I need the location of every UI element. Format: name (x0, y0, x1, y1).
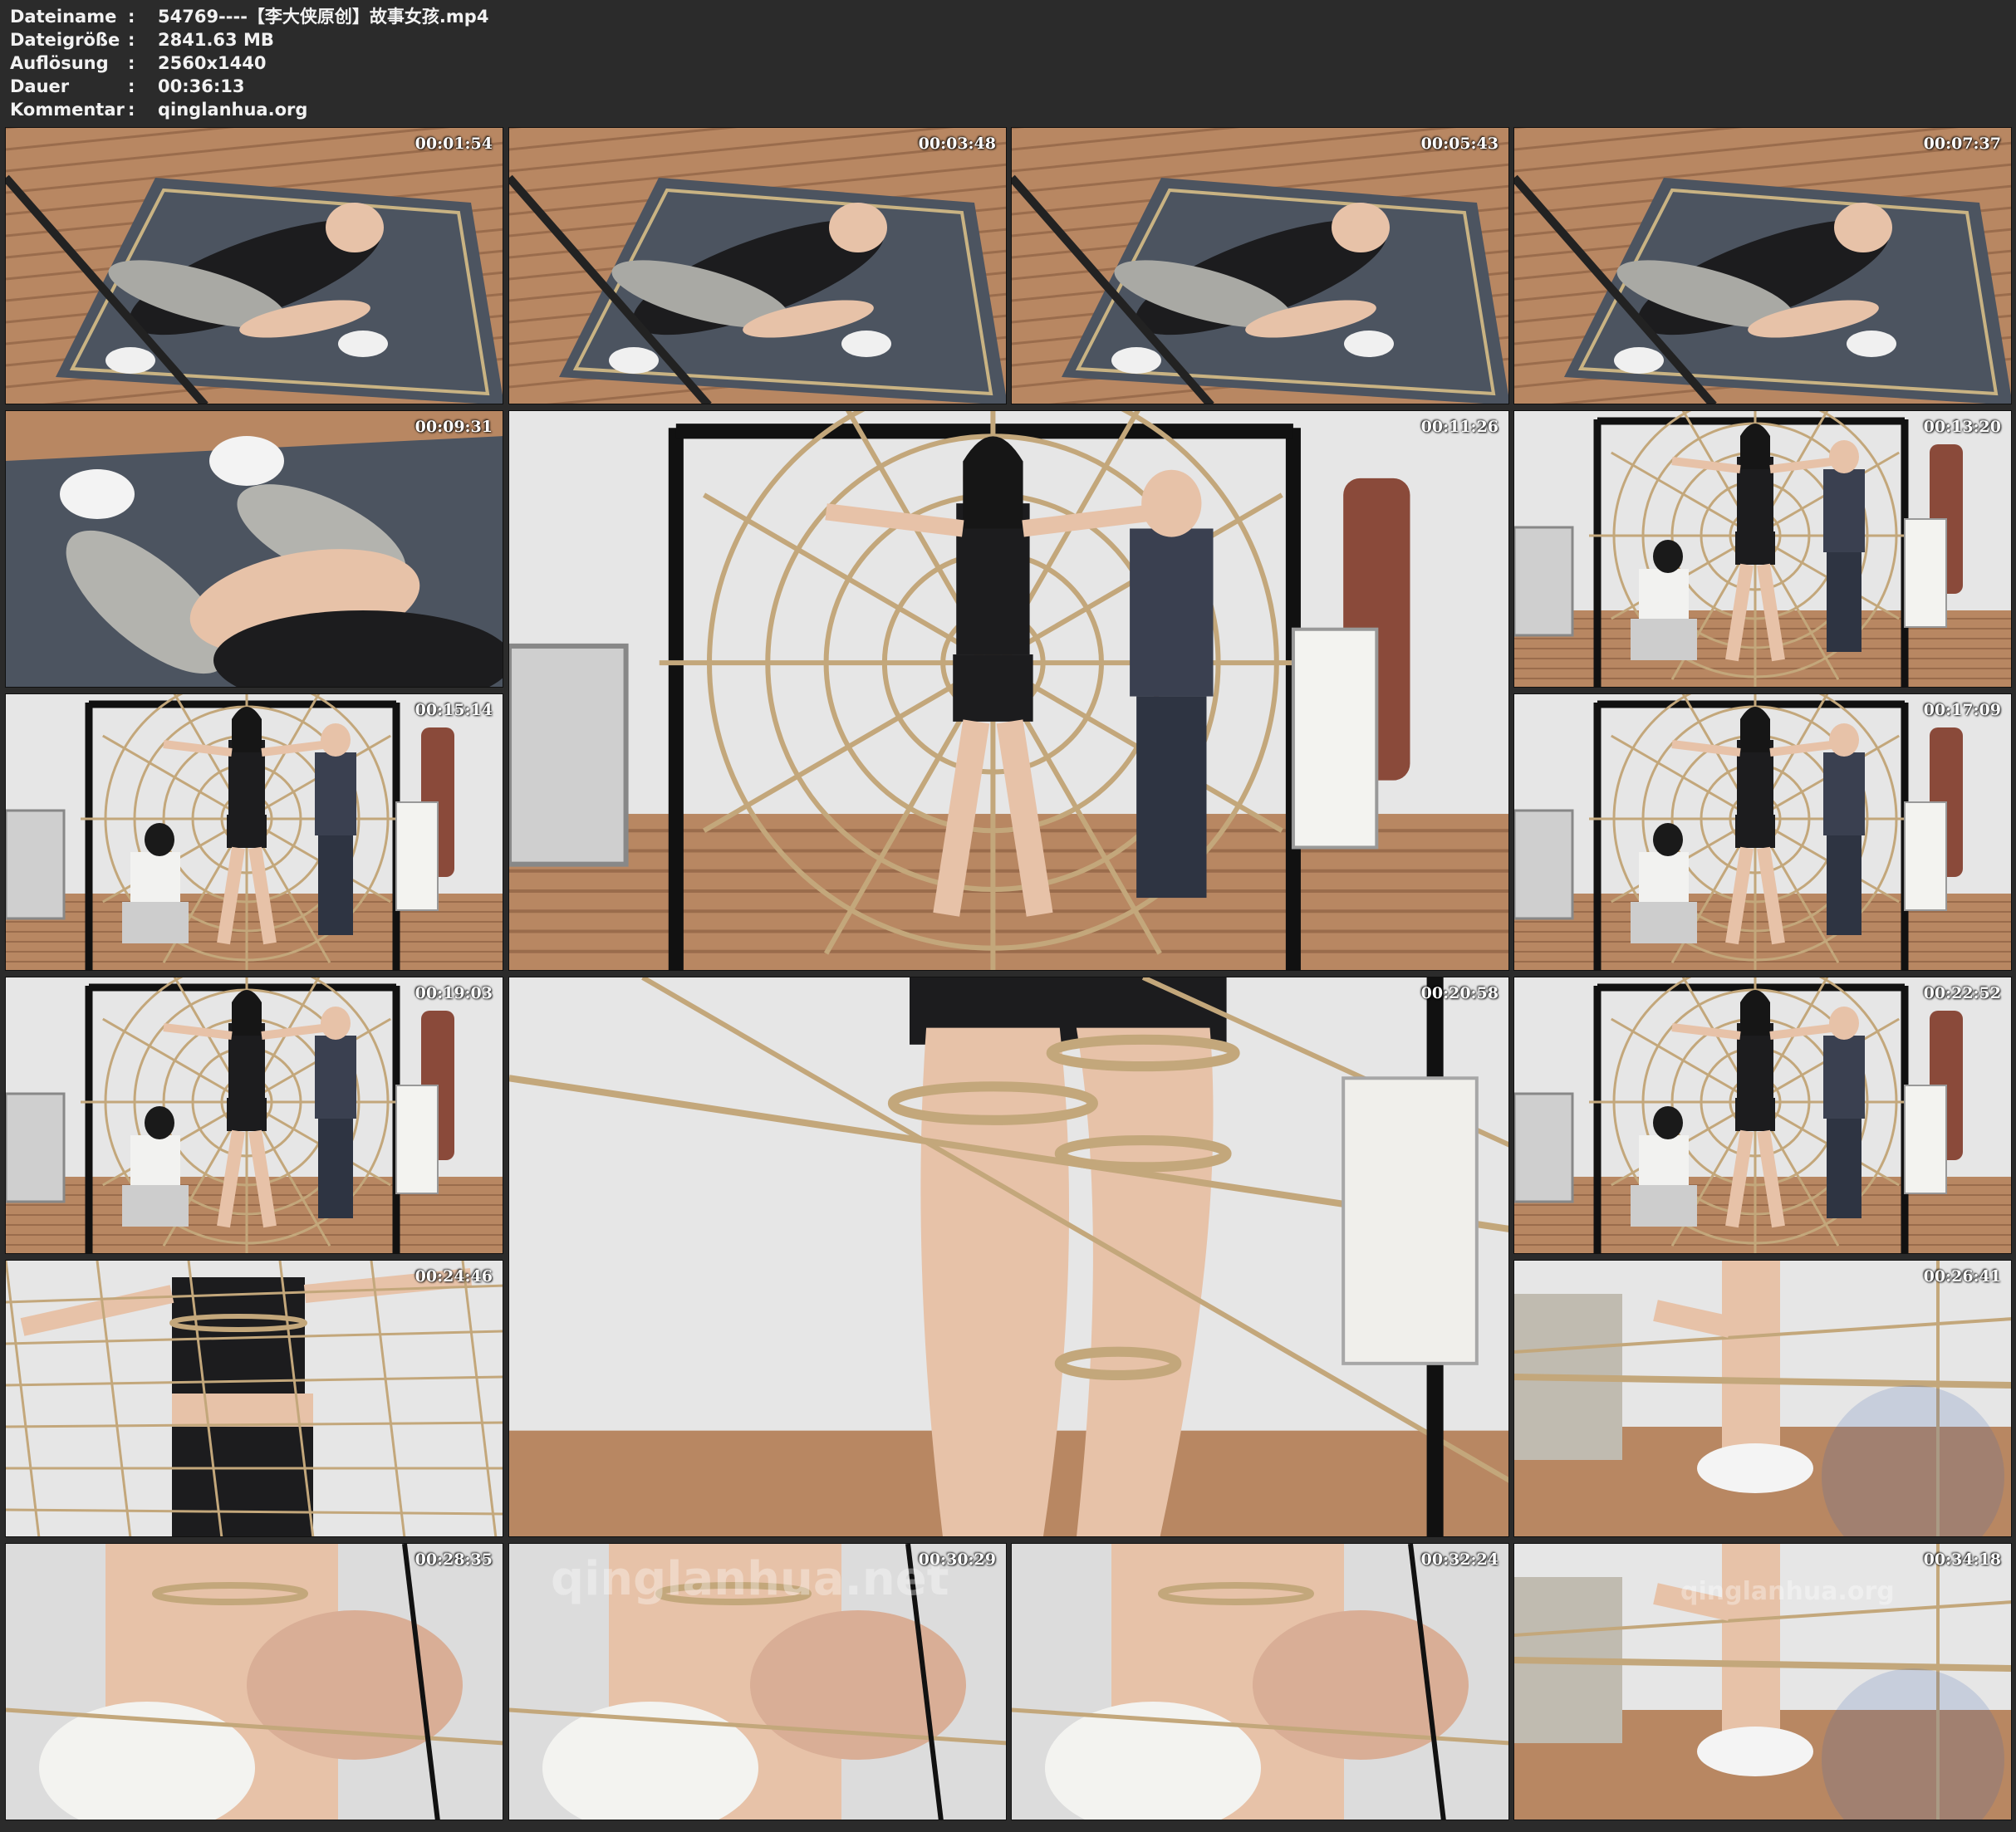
thumbnail[interactable]: 00:28:35 (5, 1543, 503, 1820)
timestamp-label: 00:01:54 (414, 135, 493, 153)
thumbnail-image (1514, 977, 2011, 1253)
thumbnail-image (6, 1261, 503, 1536)
thumbnail-image (509, 128, 1006, 404)
thumbnail[interactable]: 00:17:09 (1513, 693, 2012, 971)
thumbnail-image (6, 128, 503, 404)
thumbnail-image (6, 694, 503, 970)
thumbnail-image (1514, 411, 2011, 687)
thumbnail-image (1012, 128, 1508, 404)
thumbnail[interactable]: 00:05:43 (1011, 127, 1509, 404)
timestamp-label: 00:22:52 (1923, 984, 2001, 1002)
thumbnail-image (6, 977, 503, 1253)
timestamp-label: 00:28:35 (414, 1550, 493, 1569)
timestamp-label: 00:17:09 (1923, 701, 2001, 719)
timestamp-label: 00:34:18 (1923, 1550, 2001, 1569)
thumbnail[interactable]: 00:20:58 (508, 977, 1509, 1537)
timestamp-label: 00:26:41 (1923, 1267, 2001, 1286)
thumbnail[interactable]: 00:13:20 (1513, 410, 2012, 688)
thumbnail[interactable]: 00:15:14 (5, 693, 503, 971)
thumbnail-image (1514, 128, 2011, 404)
timestamp-label: 00:15:14 (414, 701, 493, 719)
thumbnail[interactable]: 00:32:24 (1011, 1543, 1509, 1820)
thumbnail[interactable]: 00:24:46 (5, 1260, 503, 1537)
thumbnail[interactable]: 00:07:37 (1513, 127, 2012, 404)
timestamp-label: 00:03:48 (918, 135, 996, 153)
thumbnail[interactable]: 00:34:18 qinglanhua.org (1513, 1543, 2012, 1820)
timestamp-label: 00:07:37 (1923, 135, 2001, 153)
watermark-text: qinglanhua.org (1680, 1577, 1895, 1606)
timestamp-label: 00:20:58 (1420, 984, 1499, 1002)
thumbnail[interactable]: 00:19:03 (5, 977, 503, 1254)
thumbnail[interactable]: 00:11:26 (508, 410, 1509, 971)
thumbnail-image (6, 1544, 503, 1820)
thumbnail[interactable]: 00:30:29 qinglanhua.net (508, 1543, 1007, 1820)
thumbnail-image (6, 411, 503, 687)
timestamp-label: 00:09:31 (414, 418, 493, 436)
timestamp-label: 00:05:43 (1420, 135, 1499, 153)
thumbnail-grid: 00:01:54 00:03:48 00:05:43 00:07:37 00:09:31… (0, 0, 2016, 1832)
watermark-text: qinglanhua.net (551, 1552, 949, 1606)
thumbnail[interactable]: 00:03:48 (508, 127, 1007, 404)
thumbnail[interactable]: 00:09:31 (5, 410, 503, 688)
timestamp-label: 00:32:24 (1420, 1550, 1499, 1569)
thumbnail[interactable]: 00:22:52 (1513, 977, 2012, 1254)
timestamp-label: 00:13:20 (1923, 418, 2001, 436)
thumbnail-image (1514, 1261, 2011, 1536)
thumbnail-image (1012, 1544, 1508, 1820)
thumbnail-image (509, 977, 1508, 1536)
thumbnail[interactable]: 00:26:41 (1513, 1260, 2012, 1537)
thumbnail[interactable]: 00:01:54 (5, 127, 503, 404)
timestamp-label: 00:24:46 (414, 1267, 493, 1286)
thumbnail-image (509, 411, 1508, 970)
timestamp-label: 00:19:03 (414, 984, 493, 1002)
thumbnail-image (1514, 694, 2011, 970)
timestamp-label: 00:11:26 (1420, 418, 1499, 436)
